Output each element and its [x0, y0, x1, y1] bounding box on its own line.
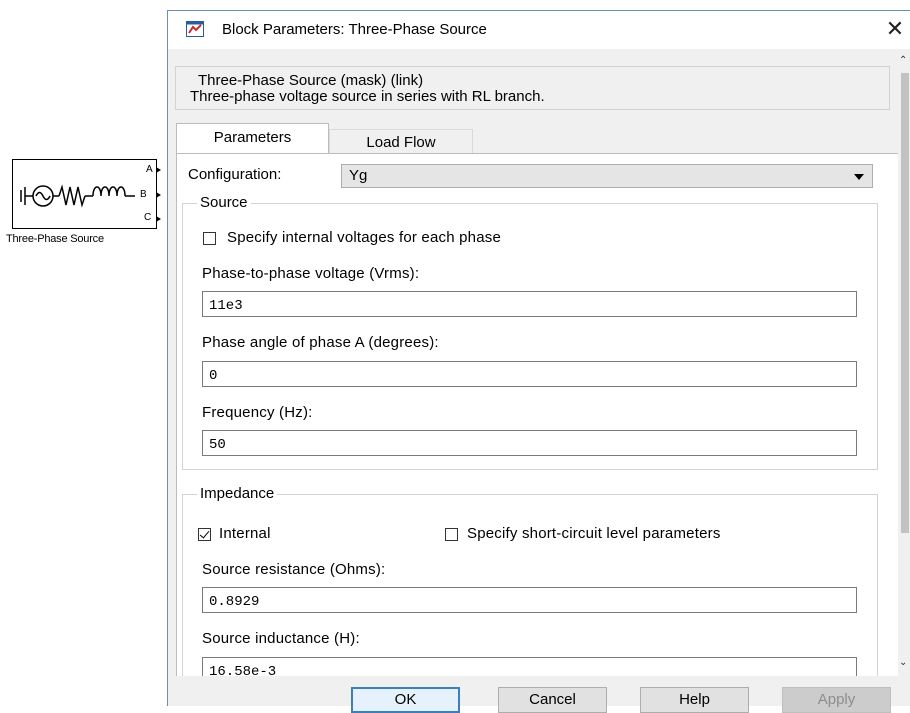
- title-bar[interactable]: Block Parameters: Three-Phase Source ✕: [168, 11, 910, 49]
- three-phase-source-icon: [20, 184, 135, 208]
- dialog-title: Block Parameters: Three-Phase Source: [222, 21, 487, 38]
- parameters-panel: Configuration: Yg Source Specify interna…: [176, 153, 898, 676]
- cancel-button[interactable]: Cancel: [498, 687, 607, 713]
- specify-internal-voltages-label[interactable]: Specify internal voltages for each phase: [227, 229, 501, 246]
- source-inductance-label: Source inductance (H):: [202, 630, 360, 647]
- source-group: Source Specify internal voltages for eac…: [182, 194, 878, 470]
- configuration-dropdown[interactable]: Yg: [341, 164, 873, 188]
- close-icon: ✕: [885, 16, 905, 41]
- source-resistance-label: Source resistance (Ohms):: [202, 561, 386, 578]
- port-a-arrow[interactable]: [156, 167, 161, 173]
- phase-voltage-label: Phase-to-phase voltage (Vrms):: [202, 265, 420, 282]
- mask-description-group: Three-Phase Source (mask) (link) Three-p…: [175, 66, 890, 110]
- ok-button[interactable]: OK: [351, 687, 460, 713]
- mask-description: Three-phase voltage source in series wit…: [190, 88, 545, 105]
- block-parameters-dialog: Block Parameters: Three-Phase Source ✕ T…: [167, 10, 910, 713]
- source-inductance-input[interactable]: [202, 657, 857, 676]
- tab-load-flow[interactable]: Load Flow: [329, 129, 473, 153]
- source-resistance-input[interactable]: [202, 587, 857, 613]
- source-group-title: Source: [197, 194, 251, 211]
- frequency-label: Frequency (Hz):: [202, 404, 313, 421]
- configuration-label: Configuration:: [188, 166, 282, 183]
- block-name-label[interactable]: Three-Phase Source: [6, 233, 104, 245]
- port-label-b: B: [140, 189, 147, 200]
- phase-angle-label: Phase angle of phase A (degrees):: [202, 334, 439, 351]
- frequency-input[interactable]: [202, 430, 857, 456]
- simulink-app-icon: [186, 21, 204, 37]
- help-button[interactable]: Help: [640, 687, 749, 713]
- apply-button[interactable]: Apply: [782, 687, 891, 713]
- port-b-arrow[interactable]: [156, 192, 161, 198]
- port-c-arrow[interactable]: [156, 216, 161, 222]
- impedance-group-title: Impedance: [197, 485, 278, 502]
- three-phase-source-block[interactable]: A B C: [12, 159, 157, 229]
- scrollbar-thumb[interactable]: [901, 73, 909, 533]
- internal-checkbox[interactable]: [198, 528, 211, 541]
- phase-voltage-input[interactable]: [202, 291, 857, 317]
- vertical-scrollbar[interactable]: ⌃ ⌄: [898, 49, 910, 676]
- close-button[interactable]: ✕: [884, 17, 906, 41]
- port-label-c: C: [144, 212, 152, 223]
- port-label-a: A: [146, 164, 153, 175]
- internal-label[interactable]: Internal: [219, 525, 271, 542]
- tab-parameters[interactable]: Parameters: [176, 123, 329, 153]
- dialog-scroll-area[interactable]: Three-Phase Source (mask) (link) Three-p…: [168, 49, 898, 676]
- scroll-down-icon[interactable]: ⌄: [899, 657, 907, 668]
- impedance-group: Impedance Internal Specify short-circuit…: [182, 485, 878, 676]
- scroll-up-icon[interactable]: ⌃: [899, 55, 907, 66]
- phase-angle-input[interactable]: [202, 361, 857, 387]
- mask-title: Three-Phase Source (mask) (link): [196, 72, 426, 89]
- configuration-value: Yg: [349, 167, 368, 184]
- specify-internal-voltages-checkbox[interactable]: [203, 232, 216, 245]
- short-circuit-label[interactable]: Specify short-circuit level parameters: [467, 525, 721, 542]
- short-circuit-checkbox[interactable]: [445, 528, 458, 541]
- chevron-down-icon: [854, 174, 864, 180]
